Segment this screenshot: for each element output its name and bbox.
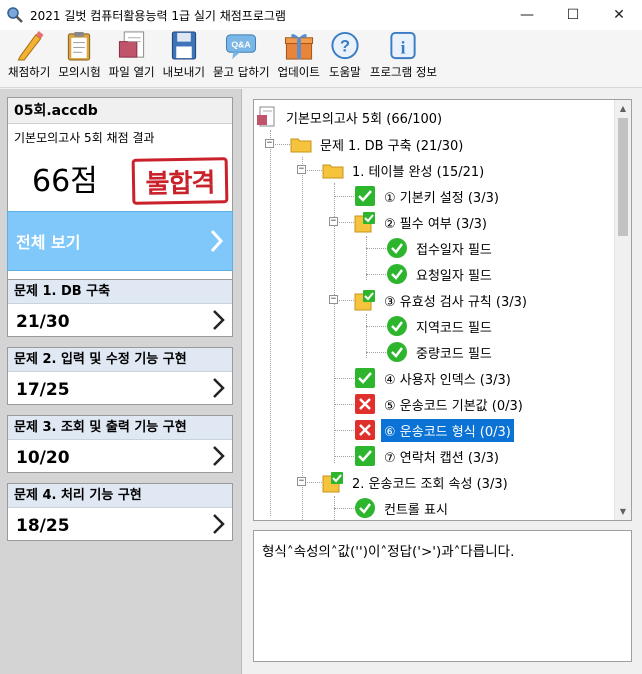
tree-node[interactable]: ① 기본키 설정 (3/3) xyxy=(354,183,502,209)
tree-scrollbar[interactable]: ▲ ▼ xyxy=(614,100,631,520)
message-text: 형식˄속성의˄값('')이˄정답('>')과˄다릅니다. xyxy=(262,544,515,560)
tree-node[interactable]: 요청일자 필드 xyxy=(386,261,495,287)
tree-node[interactable]: 컨트롤 표시 xyxy=(354,495,451,520)
chevron-right-icon xyxy=(213,378,225,398)
problem-title: 문제 2. 입력 및 수정 기능 구현 xyxy=(8,348,232,372)
chevron-right-icon xyxy=(213,514,225,534)
problem-title: 문제 4. 처리 기능 구현 xyxy=(8,484,232,508)
check-circle-icon xyxy=(387,316,407,336)
result-tree[interactable]: − − − − − 기본모의고사 5회 (66/100) 문제 1. DB 구축… xyxy=(253,99,632,521)
partial-check-icon xyxy=(354,290,375,311)
program-info-button[interactable]: i 프로그램 정보 xyxy=(370,30,437,86)
export-button[interactable]: 내보내기 xyxy=(163,30,205,86)
pencil-icon xyxy=(17,30,44,61)
title-bar: 2021 길벗 컴퓨터활용능력 1급 실기 채점프로그램 — ☐ ✕ xyxy=(0,0,642,30)
total-score: 66점 xyxy=(32,164,98,199)
tree-node[interactable]: 중량코드 필드 xyxy=(386,339,495,365)
problem-card-2[interactable]: 문제 2. 입력 및 수정 기능 구현 17/25 xyxy=(7,347,233,405)
x-square-icon xyxy=(355,420,375,440)
tree-node[interactable]: 2. 운송코드 조회 속성 (3/3) xyxy=(322,469,511,495)
check-square-icon xyxy=(355,446,375,466)
check-square-icon xyxy=(355,186,375,206)
chevron-right-icon xyxy=(213,446,225,466)
check-circle-icon xyxy=(387,342,407,362)
app-icon xyxy=(7,7,23,23)
scroll-down-icon[interactable]: ▼ xyxy=(615,503,631,520)
tree-node[interactable]: ④ 사용자 인덱스 (3/3) xyxy=(354,365,514,391)
partial-check-icon xyxy=(354,212,375,233)
svg-text:i: i xyxy=(401,37,406,57)
tree-node[interactable]: 지역코드 필드 xyxy=(386,313,495,339)
close-button[interactable]: ✕ xyxy=(596,0,642,30)
problem-score: 18/25 xyxy=(16,516,70,536)
tree-node-selected[interactable]: ⑥ 운송코드 형식 (0/3) xyxy=(354,417,514,443)
tree-expander[interactable]: − xyxy=(297,477,306,486)
toolbar: 채점하기 모의시험 파일 열기 내보내기 Q&A 묻고 답하기 업데이트 ? 도… xyxy=(0,30,642,88)
view-all-button[interactable]: 전체 보기 xyxy=(7,211,233,271)
minimize-button[interactable]: — xyxy=(504,0,550,30)
problem-score: 17/25 xyxy=(16,380,70,400)
gift-box-icon xyxy=(284,34,313,60)
scroll-up-icon[interactable]: ▲ xyxy=(615,100,631,117)
problem-score: 21/30 xyxy=(16,312,70,332)
left-panel: 05회.accdb 기본모의고사 5회 채점 결과 66점 불합격 전체 보기 … xyxy=(0,89,242,674)
update-button[interactable]: 업데이트 xyxy=(278,30,320,86)
check-circle-icon xyxy=(355,498,375,518)
qa-button[interactable]: Q&A 묻고 답하기 xyxy=(213,30,270,86)
folder-icon xyxy=(290,138,312,153)
tree-node[interactable]: ⑤ 운송코드 기본값 (0/3) xyxy=(354,391,526,417)
tree-node[interactable]: ② 필수 여부 (3/3) xyxy=(354,209,490,235)
file-name: 05회.accdb xyxy=(8,98,232,124)
x-square-icon xyxy=(355,394,375,414)
tree-expander[interactable]: − xyxy=(329,295,338,304)
scroll-thumb[interactable] xyxy=(618,118,628,236)
problem-title: 문제 1. DB 구축 xyxy=(8,280,232,304)
mock-exam-button[interactable]: 모의시험 xyxy=(58,30,101,86)
maximize-button[interactable]: ☐ xyxy=(550,0,596,30)
tree-node[interactable]: 문제 1. DB 구축 (21/30) xyxy=(290,131,466,157)
check-circle-icon xyxy=(387,264,407,284)
help-icon: ? xyxy=(331,31,359,60)
folder-icon xyxy=(322,164,344,179)
grade-button[interactable]: 채점하기 xyxy=(8,30,50,86)
problem-card-1[interactable]: 문제 1. DB 구축 21/30 xyxy=(7,279,233,337)
svg-text:Q&A: Q&A xyxy=(232,39,252,49)
svg-text:?: ? xyxy=(340,37,350,55)
chevron-right-icon xyxy=(213,310,225,330)
window-title: 2021 길벗 컴퓨터활용능력 1급 실기 채점프로그램 xyxy=(30,8,286,23)
exam-file-icon xyxy=(257,106,275,127)
check-circle-icon xyxy=(387,238,407,258)
tree-root[interactable]: 기본모의고사 5회 (66/100) xyxy=(256,104,445,130)
open-file-button[interactable]: 파일 열기 xyxy=(109,30,155,86)
tree-expander[interactable]: − xyxy=(297,165,306,174)
tree-node[interactable]: ③ 유효성 검사 규칙 (3/3) xyxy=(354,287,530,313)
qa-bubble-icon: Q&A xyxy=(226,34,257,60)
problem-score: 10/20 xyxy=(16,448,70,468)
tree-node[interactable]: ⑦ 연락처 캡션 (3/3) xyxy=(354,443,502,469)
view-all-label: 전체 보기 xyxy=(16,233,81,252)
partial-check-icon xyxy=(322,472,343,493)
fail-stamp: 불합격 xyxy=(131,157,229,205)
chevron-right-icon xyxy=(210,229,224,253)
floppy-disk-icon xyxy=(171,31,196,60)
problem-card-3[interactable]: 문제 3. 조회 및 출력 기능 구현 10/20 xyxy=(7,415,233,473)
right-panel: − − − − − 기본모의고사 5회 (66/100) 문제 1. DB 구축… xyxy=(243,89,642,674)
message-box: 형식˄속성의˄값('')이˄정답('>')과˄다릅니다. xyxy=(253,530,632,662)
tree-expander[interactable]: − xyxy=(329,217,338,226)
open-file-icon xyxy=(118,31,144,58)
problem-title: 문제 3. 조회 및 출력 기능 구현 xyxy=(8,416,232,440)
result-subtitle: 기본모의고사 5회 채점 결과 xyxy=(14,131,155,145)
clipboard-icon xyxy=(68,31,91,61)
tree-node[interactable]: 접수일자 필드 xyxy=(386,235,495,261)
problem-card-4[interactable]: 문제 4. 처리 기능 구현 18/25 xyxy=(7,483,233,541)
info-icon: i xyxy=(390,31,417,60)
tree-expander[interactable]: − xyxy=(265,139,274,148)
check-square-icon xyxy=(355,368,375,388)
tree-node[interactable]: 1. 테이블 완성 (15/21) xyxy=(322,157,487,183)
help-button[interactable]: ? 도움말 xyxy=(328,30,362,86)
